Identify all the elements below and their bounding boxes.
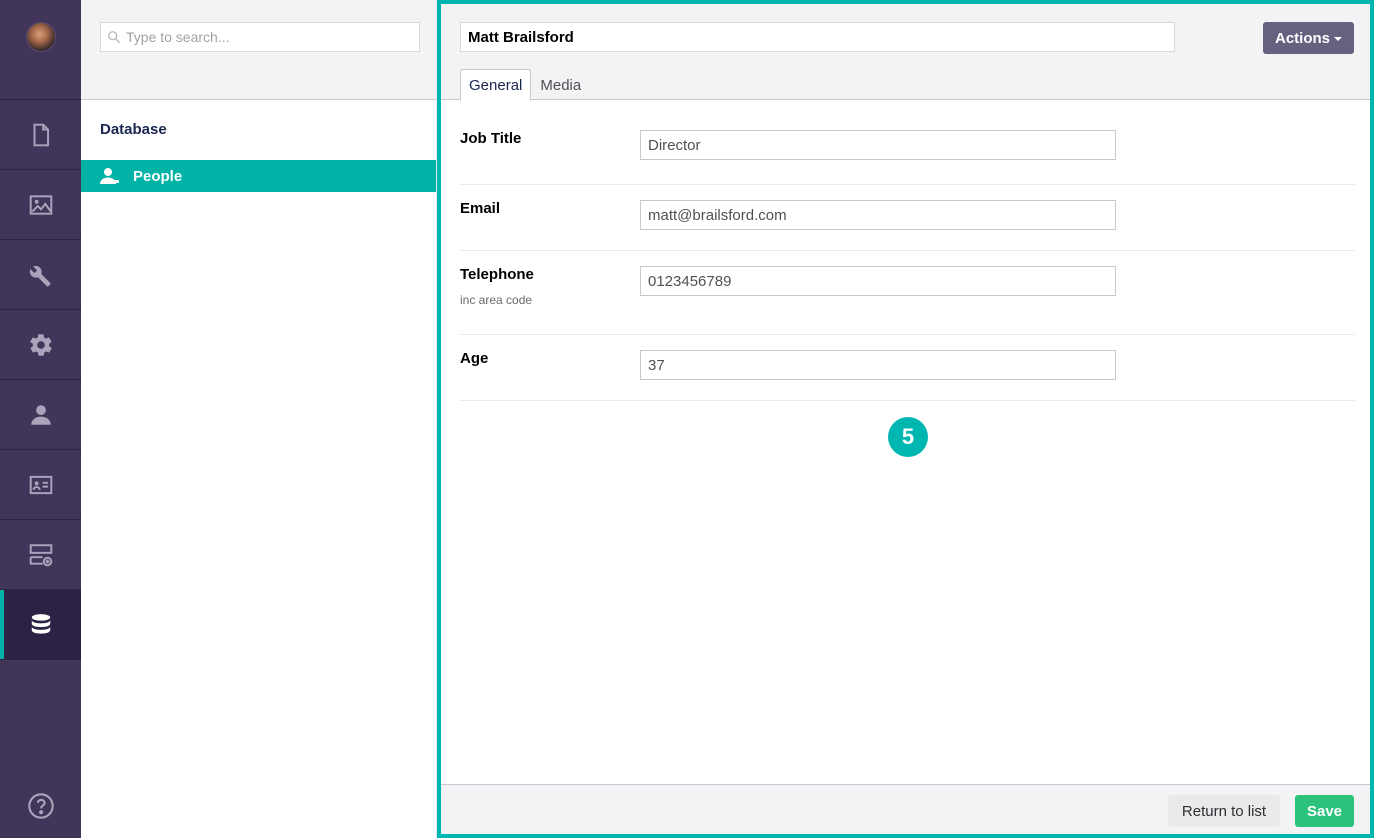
job-title-field[interactable]: [640, 130, 1116, 160]
sidebar-item-media[interactable]: [0, 170, 81, 240]
property-label: Telephone: [460, 266, 534, 283]
avatar-section: [0, 0, 81, 100]
editor-header: Actions General Media: [441, 4, 1370, 101]
age-field[interactable]: [640, 350, 1116, 380]
caret-down-icon: [1334, 37, 1342, 41]
editor-panel: Actions General Media Job Title Email Te…: [437, 0, 1374, 838]
tree-item-label: People: [133, 167, 183, 185]
return-to-list-button[interactable]: Return to list: [1168, 795, 1280, 827]
image-icon: [29, 194, 52, 215]
tab-general[interactable]: General: [460, 69, 532, 101]
email-field[interactable]: [640, 200, 1116, 230]
user-icon: [30, 404, 51, 425]
gear-icon: [29, 333, 52, 356]
sidebar-item-database[interactable]: [0, 590, 81, 660]
tree-item-people[interactable]: People: [81, 160, 436, 192]
sidebar-item-content[interactable]: [0, 100, 81, 170]
tab-media[interactable]: Media: [531, 69, 590, 101]
document-icon: [33, 123, 49, 146]
person-icon: [100, 168, 119, 184]
sidebar-item-members[interactable]: [0, 450, 81, 520]
property-label: Email: [460, 200, 501, 217]
step-badge: 5: [888, 417, 928, 457]
tree-panel: Database People: [81, 0, 437, 838]
property-description: inc area code: [460, 293, 533, 307]
sidebar-item-settings[interactable]: [0, 310, 81, 380]
search-box[interactable]: [100, 22, 420, 52]
property-label: Job Title: [460, 130, 522, 147]
search-icon: [108, 31, 121, 44]
sidebar-item-forms[interactable]: [0, 520, 81, 590]
property-label: Age: [460, 350, 489, 367]
id-card-icon: [29, 475, 52, 494]
editor-tabs: General Media: [460, 69, 590, 101]
tree-section-title: Database: [100, 121, 167, 138]
property-list: Job Title Email Telephone inc area code …: [460, 100, 1355, 401]
forms-icon: [29, 543, 52, 566]
user-avatar[interactable]: [25, 22, 56, 52]
database-icon: [31, 613, 50, 634]
wrench-icon: [29, 265, 51, 286]
node-name-input[interactable]: [460, 22, 1175, 52]
property-row: Email: [460, 185, 1355, 251]
property-row: Telephone inc area code: [460, 251, 1355, 335]
property-row: Age: [460, 335, 1355, 401]
app-sidebar: [0, 0, 81, 838]
telephone-field[interactable]: [640, 266, 1116, 296]
help-icon: [27, 793, 54, 819]
search-input[interactable]: [126, 29, 406, 45]
sidebar-item-settings-tools[interactable]: [0, 240, 81, 310]
save-button[interactable]: Save: [1295, 795, 1354, 827]
sidebar-item-users[interactable]: [0, 380, 81, 450]
help-button[interactable]: [0, 792, 81, 820]
actions-label: Actions: [1274, 29, 1330, 47]
editor-footer: Return to list Save: [441, 784, 1370, 834]
tree-header: [81, 0, 436, 100]
property-row: Job Title: [460, 100, 1355, 185]
actions-button[interactable]: Actions: [1263, 22, 1354, 54]
